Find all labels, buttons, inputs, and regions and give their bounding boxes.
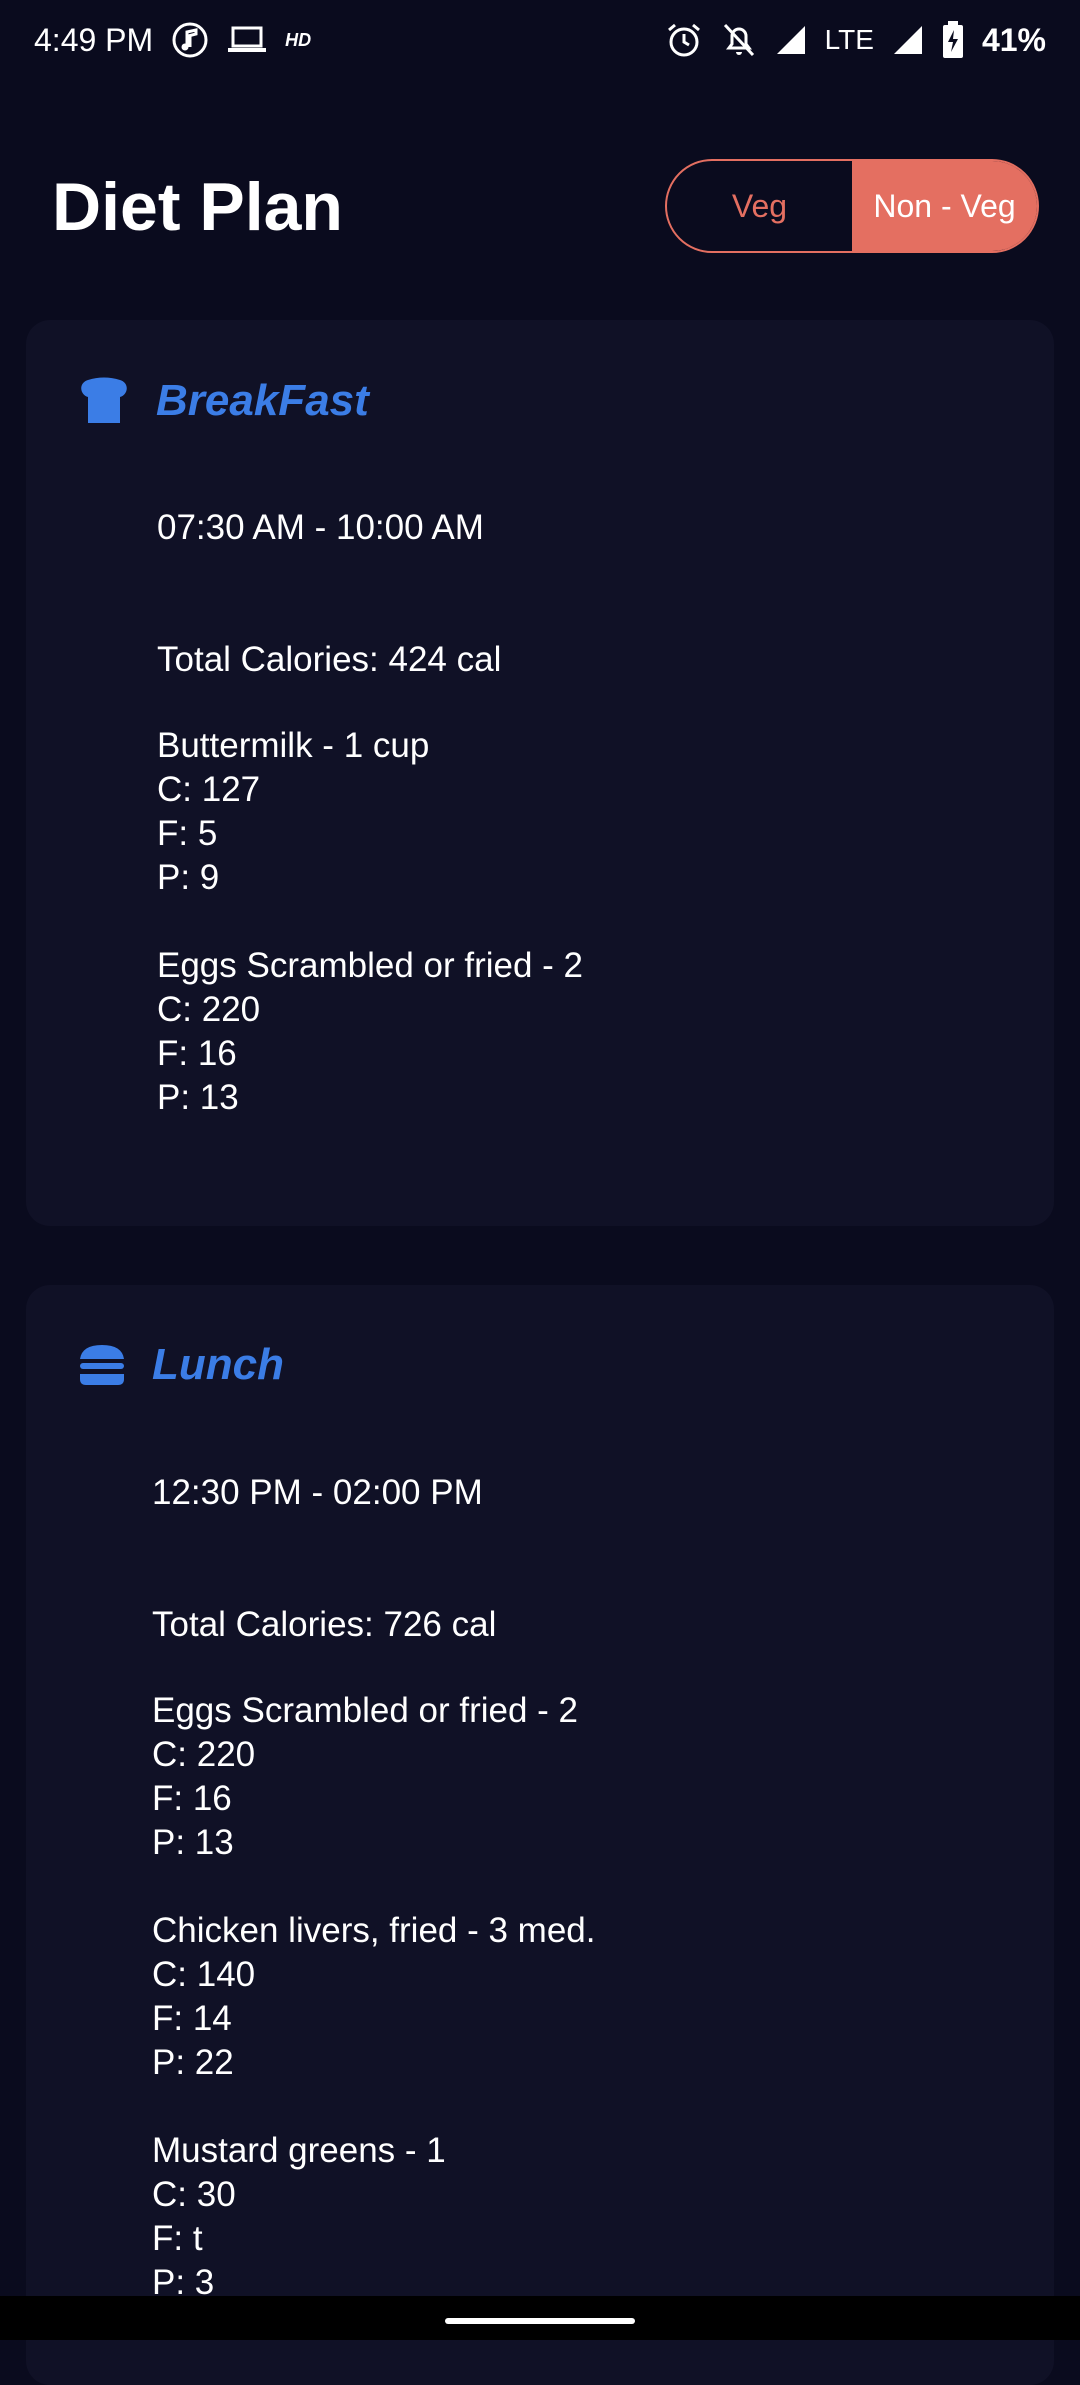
signal-icon-2 — [892, 24, 924, 56]
hd-indicator: HD — [285, 29, 312, 50]
food-protein: P: 13 — [152, 1823, 234, 1862]
meal-header: BreakFast — [78, 376, 369, 426]
meal-title: Lunch — [152, 1340, 284, 1389]
food-name: Buttermilk - 1 cup — [157, 726, 430, 765]
laptop-icon — [227, 25, 267, 55]
status-right: LTE 41% — [665, 21, 1046, 59]
signal-icon — [775, 24, 807, 56]
diet-type-toggle[interactable]: Veg Non - Veg — [665, 159, 1039, 253]
food-name: Chicken livers, fried - 3 med. — [152, 1911, 596, 1950]
meal-items: Buttermilk - 1 cup C: 127 F: 5 P: 9 Eggs… — [157, 724, 583, 1164]
home-gesture-handle[interactable] — [445, 2318, 635, 2324]
food-calories: C: 127 — [157, 770, 261, 809]
battery-charging-icon — [942, 21, 964, 59]
food-fat: F: 5 — [157, 814, 218, 853]
meal-items: Eggs Scrambled or fried - 2 C: 220 F: 16… — [152, 1689, 595, 2349]
meal-total-calories: Total Calories: 424 cal — [157, 640, 502, 679]
food-item: Mustard greens - 1 C: 30 F: t P: 3 — [152, 2129, 595, 2305]
alarm-icon — [665, 21, 703, 59]
music-icon — [171, 21, 209, 59]
food-fat: F: 16 — [157, 1034, 237, 1073]
food-item: Eggs Scrambled or fried - 2 C: 220 F: 16… — [157, 944, 583, 1120]
meal-card-breakfast: BreakFast 07:30 AM - 10:00 AM Total Calo… — [26, 320, 1054, 1226]
network-type: LTE — [824, 24, 874, 55]
food-item: Chicken livers, fried - 3 med. C: 140 F:… — [152, 1909, 595, 2085]
veg-toggle-button[interactable]: Veg — [667, 161, 852, 251]
bread-icon — [78, 377, 130, 425]
meal-time: 07:30 AM - 10:00 AM — [157, 508, 484, 547]
meal-total-calories: Total Calories: 726 cal — [152, 1605, 497, 1644]
meal-card-lunch: Lunch 12:30 PM - 02:00 PM Total Calories… — [26, 1285, 1054, 2385]
notifications-off-icon — [721, 21, 757, 59]
food-calories: C: 30 — [152, 2175, 236, 2214]
food-fat: F: 16 — [152, 1779, 232, 1818]
food-item: Buttermilk - 1 cup C: 127 F: 5 P: 9 — [157, 724, 583, 900]
food-fat: F: 14 — [152, 1999, 232, 2038]
status-bar: 4:49 PM HD LTE 41% — [0, 0, 1080, 80]
food-name: Eggs Scrambled or fried - 2 — [152, 1691, 579, 1730]
meal-title: BreakFast — [156, 376, 369, 425]
battery-level: 41% — [981, 21, 1046, 58]
food-calories: C: 220 — [152, 1735, 256, 1774]
non-veg-toggle-button[interactable]: Non - Veg — [852, 161, 1037, 251]
food-protein: P: 13 — [157, 1078, 239, 1117]
food-calories: C: 140 — [152, 1955, 256, 1994]
navigation-bar — [0, 2296, 1080, 2340]
food-name: Mustard greens - 1 — [152, 2131, 446, 2170]
food-protein: P: 9 — [157, 858, 220, 897]
status-time: 4:49 PM — [34, 21, 154, 58]
meal-header: Lunch — [78, 1340, 284, 1390]
food-name: Eggs Scrambled or fried - 2 — [157, 946, 584, 985]
meal-time: 12:30 PM - 02:00 PM — [152, 1473, 483, 1512]
food-protein: P: 22 — [152, 2043, 234, 2082]
food-item: Eggs Scrambled or fried - 2 C: 220 F: 16… — [152, 1689, 595, 1865]
status-left: 4:49 PM HD — [34, 21, 311, 59]
food-fat: F: t — [152, 2219, 203, 2258]
page-title: Diet Plan — [52, 169, 343, 245]
food-calories: C: 220 — [157, 990, 261, 1029]
burger-icon — [78, 1343, 126, 1387]
header: Diet Plan Veg Non - Veg — [0, 150, 1080, 270]
